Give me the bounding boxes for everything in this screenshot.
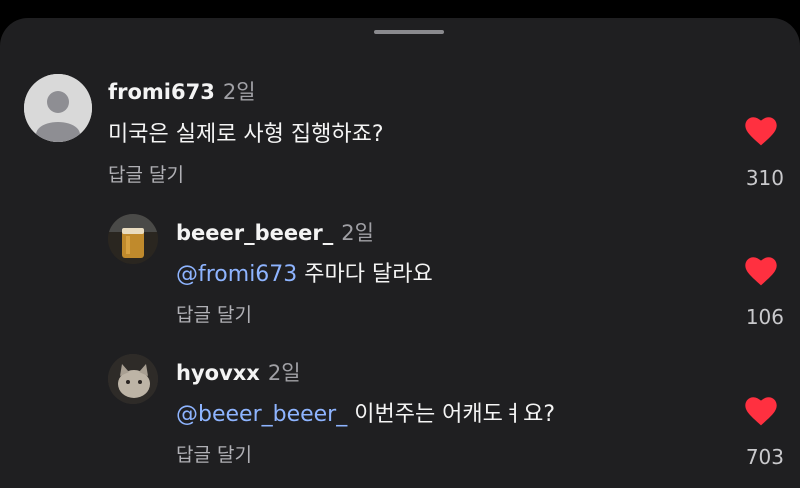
timestamp: 2일 (341, 221, 374, 245)
mention-link[interactable]: @beeer_beeer_ (176, 402, 347, 427)
comment-body: 주마다 달라요 (297, 262, 433, 287)
username[interactable]: hyovxx (176, 361, 260, 385)
avatar[interactable] (108, 214, 158, 264)
heart-icon[interactable] (744, 116, 778, 146)
comment-text: 미국은 실제로 사형 집행하죠? (108, 116, 384, 148)
username[interactable]: fromi673 (108, 80, 215, 104)
timestamp: 2일 (222, 80, 256, 104)
comment-body: 미국은 실제로 사형 집행하죠? (108, 122, 384, 147)
timestamp: 2일 (267, 361, 301, 385)
comment-body: 이번주는 어캐도ㅕ요? (347, 402, 556, 427)
reply-button[interactable]: 답글 달기 (176, 300, 252, 327)
cat-photo (108, 354, 158, 404)
reply-button[interactable]: 답글 달기 (176, 440, 252, 467)
username[interactable]: beeer_beeer_ (176, 221, 333, 245)
comment-header: beeer_beeer_ 2일 (176, 217, 374, 247)
comment-header: hyovxx 2일 (176, 357, 301, 387)
drag-handle[interactable] (374, 30, 444, 34)
beer-photo (108, 214, 158, 264)
heart-icon[interactable] (744, 256, 778, 286)
avatar[interactable] (108, 354, 158, 404)
default-person-icon (24, 74, 92, 142)
avatar[interactable] (24, 74, 92, 142)
comment-text: @beeer_beeer_ 이번주는 어캐도ㅕ요? (176, 396, 555, 428)
reply-button[interactable]: 답글 달기 (108, 160, 184, 187)
comment-text: @fromi673 주마다 달라요 (176, 256, 433, 288)
like-count: 106 (745, 305, 784, 329)
heart-icon[interactable] (744, 396, 778, 426)
comment-header: fromi673 2일 (108, 76, 256, 106)
like-count: 310 (745, 166, 784, 190)
mention-link[interactable]: @fromi673 (176, 262, 297, 287)
like-count: 703 (745, 445, 784, 469)
